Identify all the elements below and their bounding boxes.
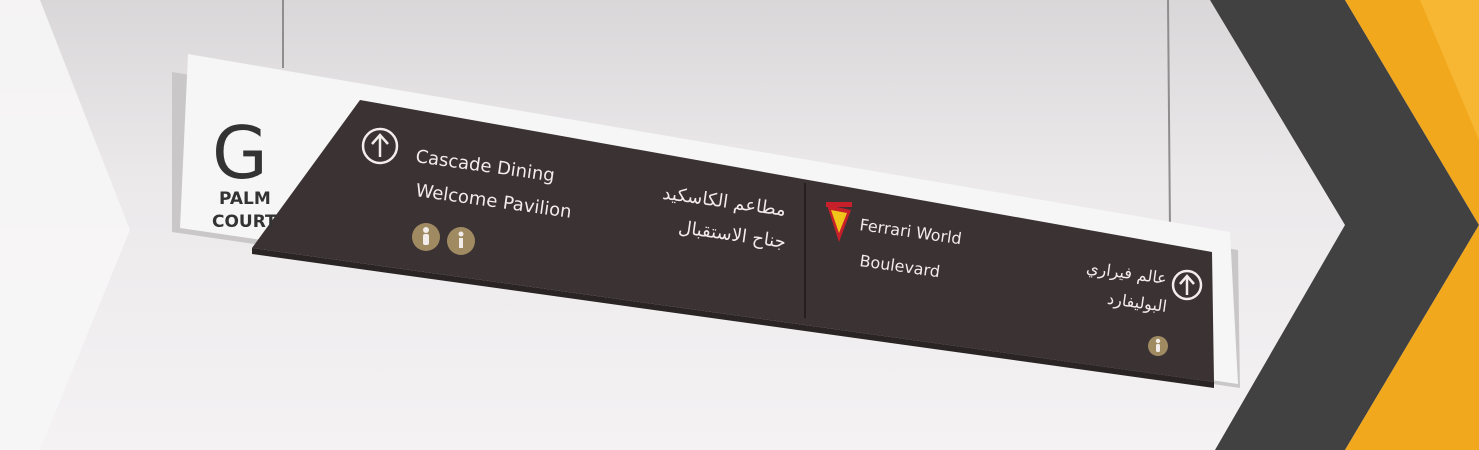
hanging-rod-right [1167, 0, 1171, 231]
restroom-icon [412, 223, 440, 251]
level-letter: G [212, 111, 268, 195]
left-white-chevron [0, 0, 130, 450]
info-icon [447, 227, 475, 255]
zone-name-line1: PALM [219, 189, 271, 209]
restroom-icon [1148, 336, 1168, 356]
zone-name-line2: COURT [212, 212, 277, 232]
signage-scene: G PALM COURT Cascade Dining Welcome Pavi… [0, 0, 1479, 450]
